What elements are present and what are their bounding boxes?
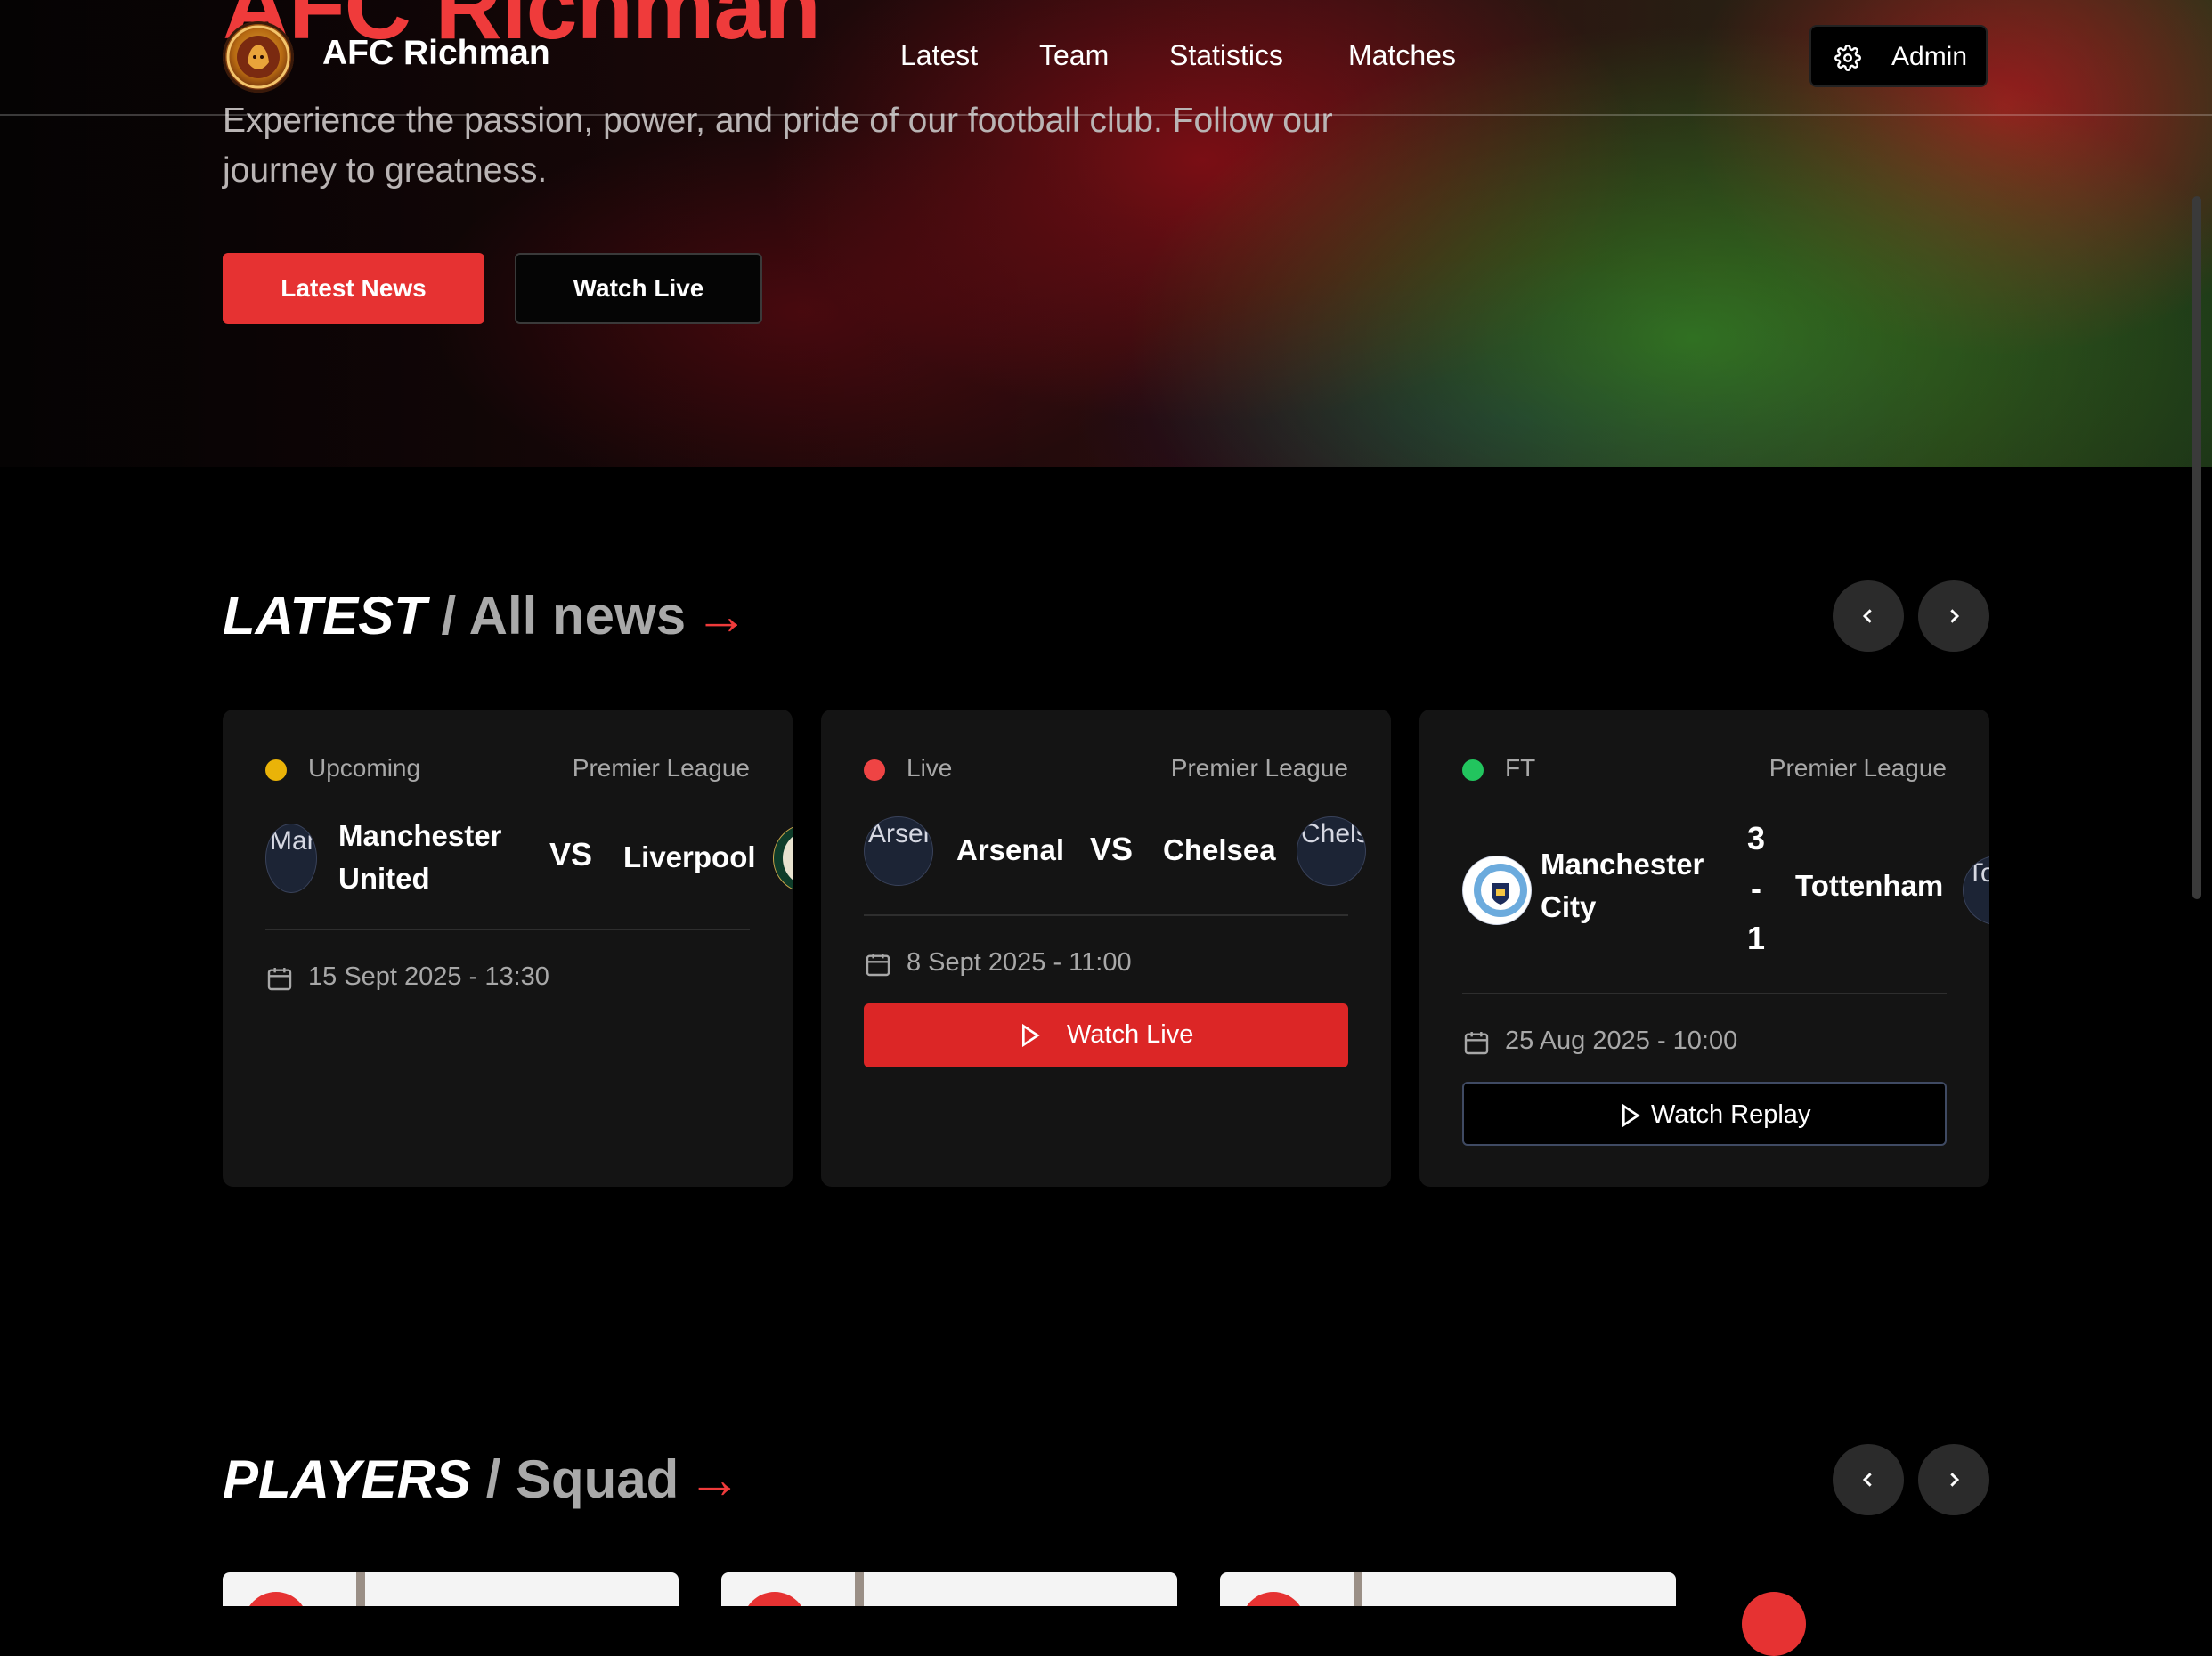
- match-status: FT: [1505, 754, 1536, 782]
- chevron-right-icon: [1950, 1473, 1960, 1487]
- score-separator: -: [1751, 870, 1761, 906]
- watch-replay-button[interactable]: Watch Replay: [1462, 1082, 1947, 1146]
- versus-label: VS: [1090, 831, 1134, 867]
- nav-link-latest[interactable]: Latest: [900, 39, 978, 72]
- player-number-badge: [743, 1592, 807, 1606]
- nav-link-matches[interactable]: Matches: [1348, 39, 1456, 72]
- team-logo-manchester-united: Manchester United: [265, 824, 317, 893]
- away-team-name: Chelsea: [1163, 833, 1276, 866]
- arrow-right-icon: →: [695, 586, 749, 645]
- player-number-badge: [244, 1592, 308, 1606]
- players-next-button[interactable]: [1918, 1444, 1989, 1515]
- player-number-badge: [1241, 1592, 1305, 1606]
- player-photo: [1354, 1572, 1362, 1606]
- match-date: 15 Sept 2025 - 13:30: [265, 962, 711, 998]
- watch-live-button[interactable]: Watch Live: [864, 1003, 1348, 1067]
- card-divider: [265, 929, 750, 930]
- players-title-strong: PLAYERS: [223, 1449, 471, 1509]
- home-team-name: Manchester United: [338, 819, 502, 895]
- hero-watch-live-button[interactable]: Watch Live: [515, 253, 762, 324]
- team-logo-chelsea: Chelsea: [1297, 816, 1366, 886]
- manchester-city-crest-icon: [1462, 856, 1532, 925]
- player-photo: [855, 1572, 864, 1606]
- latest-prev-button[interactable]: [1833, 580, 1904, 652]
- match-date-text: 25 Aug 2025 - 10:00: [1505, 1027, 1738, 1055]
- admin-label: Admin: [1891, 42, 1968, 71]
- match-league: Premier League: [1769, 754, 1947, 782]
- status-dot-finished: [1462, 759, 1484, 781]
- card-divider: [864, 914, 1348, 916]
- score-home: 3: [1747, 820, 1766, 856]
- brand-name[interactable]: AFC Richman: [322, 34, 550, 73]
- match-card-finished[interactable]: FT Premier League Manchester City 3 - 1 …: [1419, 710, 1989, 1187]
- player-number-badge: [1742, 1592, 1806, 1656]
- match-status: Live: [907, 754, 953, 782]
- calendar-icon: [1464, 1032, 1489, 1055]
- card-divider: [1462, 993, 1947, 994]
- status-dot-live: [864, 759, 885, 781]
- player-card[interactable]: [223, 1572, 679, 1606]
- match-card-upcoming[interactable]: Upcoming Premier League Manchester Unite…: [223, 710, 793, 1187]
- nav-link-statistics[interactable]: Statistics: [1169, 39, 1283, 72]
- match-date: 25 Aug 2025 - 10:00: [1462, 1027, 1907, 1062]
- away-team-name: Liverpool: [623, 840, 756, 873]
- player-card[interactable]: [721, 1572, 1177, 1606]
- match-date-text: 15 Sept 2025 - 13:30: [308, 962, 549, 991]
- page-scrollbar[interactable]: [2192, 196, 2201, 899]
- latest-news-button[interactable]: Latest News: [223, 253, 484, 324]
- lion-crest-icon: [226, 25, 290, 89]
- club-logo[interactable]: [223, 21, 294, 93]
- liverpool-crest-icon: [773, 824, 793, 893]
- latest-section-title[interactable]: LATEST / All news →: [223, 584, 748, 648]
- nav-link-team[interactable]: Team: [1039, 39, 1109, 72]
- watch-replay-label: Watch Replay: [1651, 1100, 1811, 1129]
- players-title-muted: / Squad: [470, 1449, 679, 1509]
- home-team-name: Arsenal: [956, 833, 1065, 866]
- players-prev-button[interactable]: [1833, 1444, 1904, 1515]
- watch-live-label: Watch Live: [1067, 1020, 1194, 1049]
- match-date-text: 8 Sept 2025 - 11:00: [907, 948, 1132, 977]
- top-navbar: AFC Richman Latest Team Statistics Match…: [0, 0, 2212, 116]
- chevron-left-icon: [1862, 609, 1872, 623]
- match-card-live[interactable]: Live Premier League Arsenal Arsenal VS C…: [821, 710, 1391, 1187]
- latest-title-strong: LATEST: [223, 586, 427, 645]
- match-date: 8 Sept 2025 - 11:00: [864, 948, 1309, 984]
- versus-label: VS: [549, 836, 593, 873]
- match-status: Upcoming: [308, 754, 421, 782]
- status-dot-upcoming: [265, 759, 287, 781]
- players-section-title[interactable]: PLAYERS / Squad →: [223, 1448, 741, 1512]
- latest-next-button[interactable]: [1918, 580, 1989, 652]
- score-away: 1: [1747, 920, 1766, 956]
- match-league: Premier League: [572, 754, 750, 782]
- match-league: Premier League: [1170, 754, 1348, 782]
- team-logo-arsenal: Arsenal: [864, 816, 933, 886]
- chevron-right-icon: [1950, 609, 1960, 623]
- play-icon: [1622, 1103, 1640, 1128]
- away-team-name: Tottenham: [1795, 869, 1944, 902]
- home-team-name: Manchester City: [1541, 848, 1704, 923]
- player-card[interactable]: [1220, 1572, 1676, 1606]
- team-logo-tottenham: Tottenham: [1963, 856, 1989, 925]
- calendar-icon: [866, 954, 890, 977]
- arrow-right-icon: →: [687, 1449, 742, 1509]
- player-photo: [356, 1572, 365, 1606]
- play-icon: [1022, 1023, 1040, 1048]
- admin-button[interactable]: Admin: [1809, 25, 1988, 87]
- latest-title-muted: / All news: [426, 586, 687, 645]
- gear-icon: [1834, 45, 1861, 71]
- calendar-icon: [267, 968, 292, 991]
- chevron-left-icon: [1862, 1473, 1872, 1487]
